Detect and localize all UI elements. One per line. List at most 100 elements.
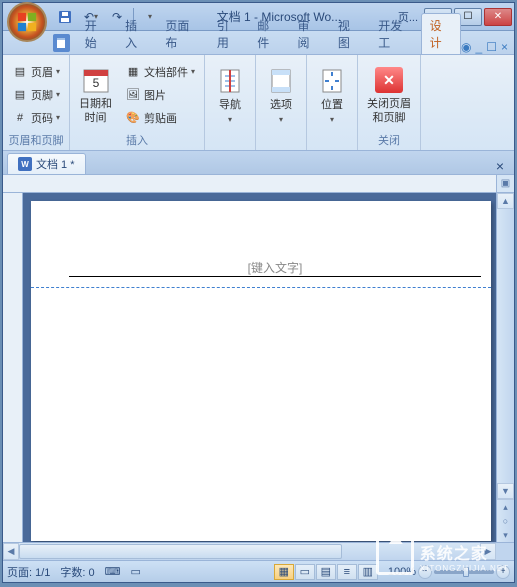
word-doc-icon: W	[18, 157, 32, 171]
options-button[interactable]: 选项 ▾	[260, 62, 302, 126]
group-label	[311, 132, 353, 148]
group-insert: 5 日期和 时间 ▦文档部件▾ 🖼图片 🎨剪贴画 插入	[70, 55, 205, 150]
zoom-percent[interactable]: 100%	[388, 566, 416, 578]
datetime-button[interactable]: 5 日期和 时间	[74, 61, 117, 127]
scroll-track[interactable]	[497, 209, 514, 483]
page-indicator[interactable]: 页面: 1/1	[7, 564, 50, 580]
tab-home[interactable]: 开始	[76, 13, 116, 54]
ribbon-close-button[interactable]: ×	[501, 40, 508, 54]
close-hf-label: 关闭页眉 和页脚	[367, 98, 411, 124]
close-header-footer-button[interactable]: ✕ 关闭页眉 和页脚	[362, 61, 416, 127]
clipart-icon: 🎨	[125, 110, 141, 126]
group-header-footer: ▤页眉▾ ▤页脚▾ #页码▾ 页眉和页脚	[3, 55, 70, 150]
draft-view[interactable]: ▥	[358, 564, 378, 580]
insert-mode[interactable]: ▭	[131, 565, 141, 578]
navigation-label: 导航	[219, 99, 241, 112]
document-tab-label: 文档 1 *	[36, 156, 75, 172]
app-window: ↶▾ ↷ ▾ 文档 1 - Microsoft Wo... 页... — ☐ ✕…	[2, 2, 515, 583]
picture-label: 图片	[144, 87, 166, 103]
pagenum-label: 页码	[31, 110, 53, 126]
position-icon	[316, 65, 348, 97]
next-page-button[interactable]: ▾	[497, 528, 514, 542]
group-options: 选项 ▾	[256, 55, 307, 150]
tab-developer[interactable]: 开发工	[369, 13, 420, 54]
scroll-left-button[interactable]: ◀	[3, 543, 19, 560]
docparts-label: 文档部件	[144, 64, 188, 80]
tab-design[interactable]: 设计	[421, 13, 461, 54]
ribbon-tabbar: 开始 插入 页面布 引用 邮件 审阅 视图 开发工 设计 ◉ _ ☐ ×	[3, 31, 514, 55]
outline-view[interactable]: ≡	[337, 564, 357, 580]
document-page[interactable]: [键入文字]	[31, 201, 491, 541]
page-area: [键入文字]	[23, 193, 496, 542]
options-label: 选项	[270, 99, 292, 112]
navigation-button[interactable]: 导航 ▾	[209, 62, 251, 126]
tab-layout[interactable]: 页面布	[156, 13, 207, 54]
group-navigation: 导航 ▾	[205, 55, 256, 150]
options-icon	[265, 65, 297, 97]
zoom-out-button[interactable]: −	[418, 565, 432, 579]
pagenum-icon: #	[12, 110, 28, 126]
picture-button[interactable]: 🖼图片	[120, 85, 200, 105]
scroll-right-button[interactable]: ▶	[480, 543, 496, 560]
tab-insert[interactable]: 插入	[116, 13, 156, 54]
office-button[interactable]	[7, 2, 47, 42]
view-buttons: ▦ ▭ ▤ ≡ ▥	[274, 564, 378, 580]
tab-view[interactable]: 视图	[329, 13, 369, 54]
fullscreen-view[interactable]: ▭	[295, 564, 315, 580]
zoom-in-button[interactable]: +	[496, 565, 510, 579]
print-layout-view[interactable]: ▦	[274, 564, 294, 580]
save-icon	[58, 10, 72, 24]
tab-review[interactable]: 审阅	[289, 13, 329, 54]
hscroll-thumb[interactable]	[19, 544, 342, 559]
zoom-slider[interactable]	[434, 570, 494, 574]
vertical-ruler[interactable]	[3, 193, 23, 542]
group-label	[260, 132, 302, 148]
prev-page-button[interactable]: ▴	[497, 500, 514, 514]
scroll-up-button[interactable]: ▲	[497, 193, 514, 209]
header-label: 页眉	[31, 64, 53, 80]
ruler-toggle-button[interactable]: ▣	[496, 175, 514, 193]
docparts-icon: ▦	[125, 64, 141, 80]
header-boundary	[31, 287, 491, 288]
tab-references[interactable]: 引用	[208, 13, 248, 54]
web-layout-view[interactable]: ▤	[316, 564, 336, 580]
hscroll-track[interactable]	[19, 543, 480, 560]
group-position: 位置 ▾	[307, 55, 358, 150]
workspace: [键入文字] ▲ ▼ ▴ ○ ▾	[3, 193, 514, 542]
pagenum-button[interactable]: #页码▾	[7, 108, 65, 128]
browse-object-button[interactable]: ○	[497, 514, 514, 528]
datetime-label: 日期和 时间	[79, 98, 112, 124]
ribbon-restore-button[interactable]: ☐	[486, 40, 497, 54]
vertical-scrollbar[interactable]: ▲ ▼ ▴ ○ ▾	[496, 193, 514, 542]
office-logo-icon	[16, 11, 38, 33]
position-button[interactable]: 位置 ▾	[311, 62, 353, 126]
clipart-button[interactable]: 🎨剪贴画	[120, 108, 200, 128]
docparts-button[interactable]: ▦文档部件▾	[120, 62, 200, 82]
statusbar: 页面: 1/1 字数: 0 ⌨ ▭ ▦ ▭ ▤ ≡ ▥ 100% − +	[3, 560, 514, 582]
scroll-down-button[interactable]: ▼	[497, 483, 514, 499]
help-button[interactable]: ◉	[461, 40, 471, 54]
horizontal-scrollbar[interactable]: ◀ ▶	[3, 542, 514, 560]
language-indicator[interactable]: ⌨	[105, 565, 121, 578]
header-edit-zone[interactable]: [键入文字]	[69, 259, 481, 288]
navigation-icon	[214, 65, 246, 97]
header-icon: ▤	[12, 64, 28, 80]
file-menu-button[interactable]	[53, 34, 70, 52]
position-label: 位置	[321, 99, 343, 112]
horizontal-ruler[interactable]: ▣	[3, 175, 496, 193]
close-tab-button[interactable]: ×	[490, 158, 510, 174]
tab-mailings[interactable]: 邮件	[248, 13, 288, 54]
zoom-control: 100% − +	[388, 565, 510, 579]
zoom-thumb[interactable]	[463, 567, 469, 577]
group-label: 插入	[74, 132, 200, 148]
header-button[interactable]: ▤页眉▾	[7, 62, 65, 82]
header-placeholder: [键入文字]	[248, 261, 303, 275]
word-count[interactable]: 字数: 0	[60, 564, 94, 580]
footer-label: 页脚	[31, 87, 53, 103]
calendar-icon: 5	[80, 64, 112, 96]
footer-button[interactable]: ▤页脚▾	[7, 85, 65, 105]
save-button[interactable]	[55, 7, 75, 27]
ribbon-minimize-button[interactable]: _	[476, 40, 483, 54]
close-window-button[interactable]: ✕	[484, 8, 512, 26]
document-tab[interactable]: W 文档 1 *	[7, 153, 86, 174]
